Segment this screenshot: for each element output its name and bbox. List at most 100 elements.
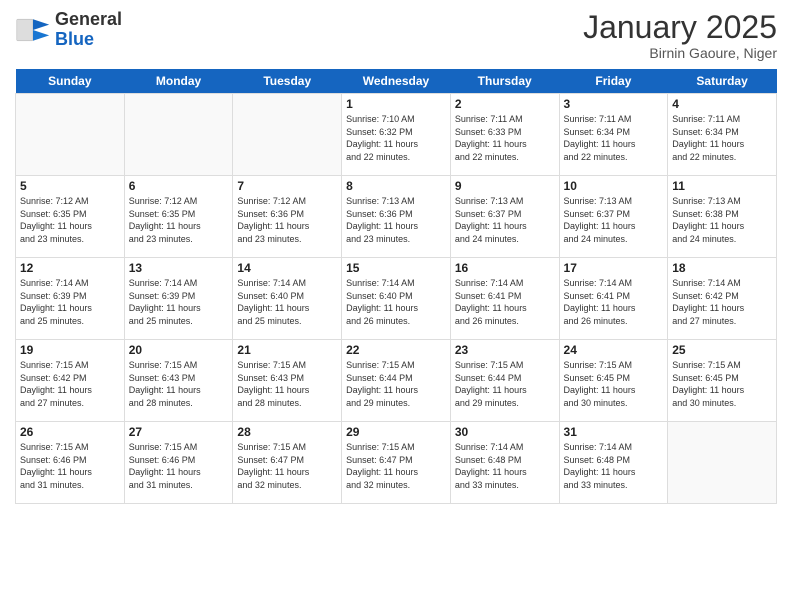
logo-text: General Blue (55, 10, 122, 50)
cell-info: Sunrise: 7:14 AMSunset: 6:39 PMDaylight:… (20, 277, 120, 327)
cell-info: Sunrise: 7:14 AMSunset: 6:48 PMDaylight:… (564, 441, 664, 491)
day-cell: 27 Sunrise: 7:15 AMSunset: 6:46 PMDayligh… (124, 422, 233, 504)
cell-info: Sunrise: 7:15 AMSunset: 6:46 PMDaylight:… (20, 441, 120, 491)
day-header-thursday: Thursday (450, 69, 559, 94)
day-cell: 26 Sunrise: 7:15 AMSunset: 6:46 PMDayligh… (16, 422, 125, 504)
day-header-wednesday: Wednesday (342, 69, 451, 94)
day-number: 3 (564, 97, 664, 111)
day-cell: 24 Sunrise: 7:15 AMSunset: 6:45 PMDayligh… (559, 340, 668, 422)
day-number: 23 (455, 343, 555, 357)
day-cell: 29 Sunrise: 7:15 AMSunset: 6:47 PMDayligh… (342, 422, 451, 504)
day-header-monday: Monday (124, 69, 233, 94)
day-cell: 17 Sunrise: 7:14 AMSunset: 6:41 PMDayligh… (559, 258, 668, 340)
day-number: 1 (346, 97, 446, 111)
calendar-table: SundayMondayTuesdayWednesdayThursdayFrid… (15, 69, 777, 504)
cell-info: Sunrise: 7:14 AMSunset: 6:48 PMDaylight:… (455, 441, 555, 491)
cell-info: Sunrise: 7:15 AMSunset: 6:46 PMDaylight:… (129, 441, 229, 491)
day-cell: 18 Sunrise: 7:14 AMSunset: 6:42 PMDayligh… (668, 258, 777, 340)
day-number: 24 (564, 343, 664, 357)
day-cell: 30 Sunrise: 7:14 AMSunset: 6:48 PMDayligh… (450, 422, 559, 504)
day-number: 30 (455, 425, 555, 439)
day-cell: 21Sunrise: 7:15 AMSunset: 6:43 PMDayligh… (233, 340, 342, 422)
day-cell (124, 94, 233, 176)
week-row-4: 19Sunrise: 7:15 AMSunset: 6:42 PMDayligh… (16, 340, 777, 422)
cell-info: Sunrise: 7:15 AMSunset: 6:44 PMDaylight:… (346, 359, 446, 409)
cell-info: Sunrise: 7:11 AMSunset: 6:34 PMDaylight:… (672, 113, 772, 163)
day-number: 21 (237, 343, 337, 357)
day-number: 29 (346, 425, 446, 439)
cell-info: Sunrise: 7:15 AMSunset: 6:47 PMDaylight:… (346, 441, 446, 491)
day-cell: 6 Sunrise: 7:12 AMSunset: 6:35 PMDaylight… (124, 176, 233, 258)
days-header-row: SundayMondayTuesdayWednesdayThursdayFrid… (16, 69, 777, 94)
day-number: 18 (672, 261, 772, 275)
day-number: 12 (20, 261, 120, 275)
day-number: 27 (129, 425, 229, 439)
month-title: January 2025 (583, 10, 777, 45)
cell-info: Sunrise: 7:10 AMSunset: 6:32 PMDaylight:… (346, 113, 446, 163)
day-cell: 2Sunrise: 7:11 AMSunset: 6:33 PMDaylight… (450, 94, 559, 176)
day-cell: 22 Sunrise: 7:15 AMSunset: 6:44 PMDayligh… (342, 340, 451, 422)
day-number: 31 (564, 425, 664, 439)
day-cell: 25Sunrise: 7:15 AMSunset: 6:45 PMDayligh… (668, 340, 777, 422)
day-cell: 7 Sunrise: 7:12 AMSunset: 6:36 PMDaylight… (233, 176, 342, 258)
day-number: 6 (129, 179, 229, 193)
day-number: 17 (564, 261, 664, 275)
cell-info: Sunrise: 7:12 AMSunset: 6:35 PMDaylight:… (20, 195, 120, 245)
title-block: January 2025 Birnin Gaoure, Niger (583, 10, 777, 61)
day-cell: 19Sunrise: 7:15 AMSunset: 6:42 PMDayligh… (16, 340, 125, 422)
day-header-tuesday: Tuesday (233, 69, 342, 94)
day-number: 11 (672, 179, 772, 193)
week-row-3: 12 Sunrise: 7:14 AMSunset: 6:39 PMDayligh… (16, 258, 777, 340)
day-cell: 16 Sunrise: 7:14 AMSunset: 6:41 PMDayligh… (450, 258, 559, 340)
cell-info: Sunrise: 7:14 AMSunset: 6:42 PMDaylight:… (672, 277, 772, 327)
week-row-5: 26 Sunrise: 7:15 AMSunset: 6:46 PMDayligh… (16, 422, 777, 504)
day-cell (233, 94, 342, 176)
day-number: 9 (455, 179, 555, 193)
day-header-saturday: Saturday (668, 69, 777, 94)
day-header-sunday: Sunday (16, 69, 125, 94)
cell-info: Sunrise: 7:13 AMSunset: 6:37 PMDaylight:… (564, 195, 664, 245)
day-cell: 31 Sunrise: 7:14 AMSunset: 6:48 PMDayligh… (559, 422, 668, 504)
cell-info: Sunrise: 7:15 AMSunset: 6:44 PMDaylight:… (455, 359, 555, 409)
cell-info: Sunrise: 7:12 AMSunset: 6:35 PMDaylight:… (129, 195, 229, 245)
logo: General Blue (15, 10, 122, 50)
cell-info: Sunrise: 7:12 AMSunset: 6:36 PMDaylight:… (237, 195, 337, 245)
cell-info: Sunrise: 7:13 AMSunset: 6:37 PMDaylight:… (455, 195, 555, 245)
week-row-1: 1 Sunrise: 7:10 AMSunset: 6:32 PMDaylight… (16, 94, 777, 176)
day-cell (16, 94, 125, 176)
cell-info: Sunrise: 7:15 AMSunset: 6:43 PMDaylight:… (129, 359, 229, 409)
day-cell: 28 Sunrise: 7:15 AMSunset: 6:47 PMDayligh… (233, 422, 342, 504)
day-number: 10 (564, 179, 664, 193)
day-number: 5 (20, 179, 120, 193)
day-number: 13 (129, 261, 229, 275)
logo-general: General (55, 10, 122, 30)
day-cell: 11Sunrise: 7:13 AMSunset: 6:38 PMDayligh… (668, 176, 777, 258)
cell-info: Sunrise: 7:11 AMSunset: 6:34 PMDaylight:… (564, 113, 664, 163)
day-cell: 13 Sunrise: 7:14 AMSunset: 6:39 PMDayligh… (124, 258, 233, 340)
day-cell: 3 Sunrise: 7:11 AMSunset: 6:34 PMDaylight… (559, 94, 668, 176)
day-number: 16 (455, 261, 555, 275)
day-cell: 15Sunrise: 7:14 AMSunset: 6:40 PMDayligh… (342, 258, 451, 340)
day-number: 26 (20, 425, 120, 439)
day-number: 4 (672, 97, 772, 111)
day-cell: 4 Sunrise: 7:11 AMSunset: 6:34 PMDaylight… (668, 94, 777, 176)
cell-info: Sunrise: 7:15 AMSunset: 6:45 PMDaylight:… (564, 359, 664, 409)
logo-blue: Blue (55, 30, 122, 50)
cell-info: Sunrise: 7:15 AMSunset: 6:47 PMDaylight:… (237, 441, 337, 491)
cell-info: Sunrise: 7:15 AMSunset: 6:45 PMDaylight:… (672, 359, 772, 409)
day-cell: 23 Sunrise: 7:15 AMSunset: 6:44 PMDayligh… (450, 340, 559, 422)
day-number: 22 (346, 343, 446, 357)
day-number: 7 (237, 179, 337, 193)
day-cell: 5 Sunrise: 7:12 AMSunset: 6:35 PMDaylight… (16, 176, 125, 258)
cell-info: Sunrise: 7:14 AMSunset: 6:41 PMDaylight:… (455, 277, 555, 327)
cell-info: Sunrise: 7:14 AMSunset: 6:40 PMDaylight:… (346, 277, 446, 327)
day-number: 8 (346, 179, 446, 193)
day-number: 28 (237, 425, 337, 439)
day-cell: 9 Sunrise: 7:13 AMSunset: 6:37 PMDaylight… (450, 176, 559, 258)
cell-info: Sunrise: 7:11 AMSunset: 6:33 PMDaylight:… (455, 113, 555, 163)
day-cell: 1 Sunrise: 7:10 AMSunset: 6:32 PMDaylight… (342, 94, 451, 176)
day-number: 20 (129, 343, 229, 357)
cell-info: Sunrise: 7:14 AMSunset: 6:41 PMDaylight:… (564, 277, 664, 327)
cell-info: Sunrise: 7:14 AMSunset: 6:39 PMDaylight:… (129, 277, 229, 327)
day-cell: 20 Sunrise: 7:15 AMSunset: 6:43 PMDayligh… (124, 340, 233, 422)
